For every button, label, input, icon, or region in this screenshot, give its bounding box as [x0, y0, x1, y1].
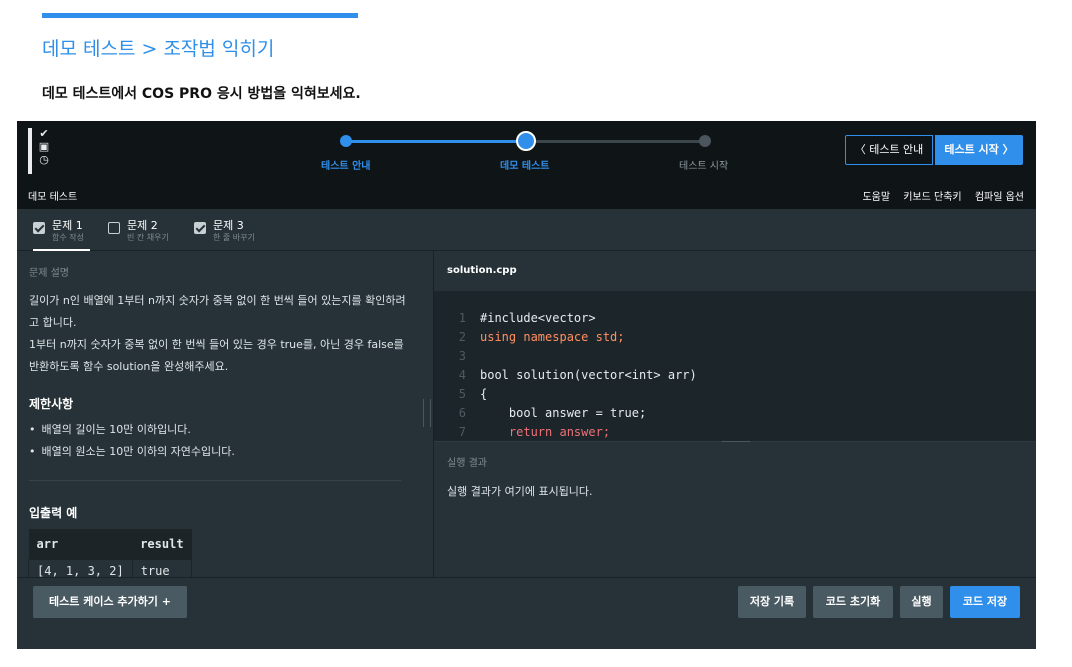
step-dot-2	[516, 131, 536, 151]
accent-bar	[42, 13, 358, 18]
list-item: 배열의 원소는 10만 이하의 자연수입니다.	[29, 441, 235, 463]
tab-problem-2[interactable]: 문제 2 빈 칸 채우기	[108, 217, 180, 249]
file-name: solution.cpp	[447, 265, 517, 276]
code-line: 7 return answer;	[458, 425, 611, 439]
constraint-list: 배열의 길이는 10만 이하입니다. 배열의 원소는 10만 이하의 자연수입니…	[29, 419, 235, 463]
step-label-guide: 테스트 안내	[321, 161, 371, 172]
header-menu: 도움말 키보드 단축키 컴파일 옵션	[852, 188, 1024, 203]
result-panel: 실행 결과 실행 결과가 여기에 표시됩니다.	[434, 442, 1036, 577]
result-label: 실행 결과	[447, 458, 487, 469]
problem-tabs: 문제 1 함수 작성 문제 2 빈 칸 채우기 문제 3 한 줄 바꾸기	[17, 209, 1036, 251]
tab-sub: 한 줄 바꾸기	[213, 233, 255, 242]
result-text: 실행 결과가 여기에 표시됩니다.	[447, 485, 593, 498]
tab-sub: 빈 칸 채우기	[127, 233, 169, 242]
code-line: 3	[458, 349, 466, 363]
reset-code-button[interactable]: 코드 초기화	[813, 586, 893, 618]
tab-problem-1[interactable]: 문제 1 함수 작성	[33, 217, 90, 251]
page-intro: 데모 테스트에서 COS PRO 응시 방법을 익혀보세요.	[42, 86, 361, 102]
test-start-button[interactable]: 테스트 시작 〉	[935, 135, 1023, 165]
table-header: arr	[28, 529, 133, 560]
code-line: 5{	[458, 387, 488, 401]
step-label-demo: 데모 테스트	[500, 161, 550, 172]
breadcrumb: 데모 테스트 > 조작법 익히기	[42, 38, 275, 60]
check-icon	[33, 222, 45, 234]
logo-bar	[28, 128, 32, 174]
table-row: [4, 1, 3, 2] true	[28, 559, 193, 577]
tab-problem-3[interactable]: 문제 3 한 줄 바꾸기	[194, 217, 266, 249]
io-title: 입출력 예	[29, 506, 78, 520]
check-icon	[194, 222, 206, 234]
test-guide-button[interactable]: 〈 테스트 안내	[845, 135, 933, 165]
step-label-start: 테스트 시작	[679, 161, 729, 172]
progress-track-todo	[526, 140, 706, 143]
table-header-row: arr result	[28, 529, 192, 560]
code-editor[interactable]: 1 #include<vector> 2 using namespace std; …	[434, 291, 1036, 441]
problem-panel[interactable]: 문제 설명 길이가 n인 배열에 1부터 n까지 숫자가 중복 없이 한 번씩 …	[17, 251, 433, 577]
app-header: ✔ ▣ ◷ 테스트 안내 데모 테스트 테스트 시작 〈 테스트 안내 테스트 …	[17, 121, 1036, 209]
menu-shortcuts[interactable]: 키보드 단축키	[903, 192, 961, 203]
section-label: 문제 설명	[29, 268, 69, 279]
description-line-2: 1부터 n까지 숫자가 중복 없이 한 번씩 들어 있는 경우 true를, 아…	[29, 338, 404, 373]
app-title: 데모 테스트	[28, 192, 78, 203]
divider	[29, 480, 401, 481]
constraint-title: 제한사항	[29, 397, 74, 411]
file-tab[interactable]: solution.cpp	[434, 251, 1036, 292]
table-cell: [4, 1, 3, 2]	[28, 559, 133, 577]
save-history-button[interactable]: 저장 기록	[738, 586, 806, 618]
editor-panel: solution.cpp 1 #include<vector> 2 using na…	[434, 251, 1036, 577]
progress-track-done	[346, 140, 526, 143]
checkbox-icon	[108, 222, 120, 234]
description-line-1: 길이가 n인 배열에 1부터 n까지 숫자가 중복 없이 한 번씩 들어 있는지…	[29, 294, 406, 329]
test-app: ✔ ▣ ◷ 테스트 안내 데모 테스트 테스트 시작 〈 테스트 안내 테스트 …	[17, 121, 1036, 649]
menu-help[interactable]: 도움말	[862, 192, 890, 203]
code-line: 1 #include<vector>	[458, 311, 596, 325]
action-footer: 테스트 케이스 추가하기 + 저장 기록 코드 초기화 실행 코드 저장	[17, 577, 1036, 649]
save-code-button[interactable]: 코드 저장	[950, 586, 1020, 618]
logo-icons: ✔ ▣ ◷	[37, 127, 51, 166]
clock-icon: ◷	[39, 153, 49, 166]
tab-sub: 함수 작성	[52, 233, 84, 242]
tab-name: 문제 1	[52, 219, 83, 232]
person-card-icon: ▣	[38, 140, 50, 153]
run-button[interactable]: 실행	[900, 586, 943, 618]
problem-description: 길이가 n인 배열에 1부터 n까지 숫자가 중복 없이 한 번씩 들어 있는지…	[29, 290, 411, 378]
add-test-case-button[interactable]: 테스트 케이스 추가하기 +	[33, 586, 187, 618]
step-dot-1	[340, 135, 352, 147]
table-header: result	[132, 529, 192, 560]
check-circle-icon: ✔	[39, 127, 49, 140]
code-line: 4 bool solution(vector<int> arr)	[458, 368, 697, 382]
io-table: arr result [4, 1, 3, 2] true	[28, 529, 193, 577]
panel-resize-handle[interactable]	[423, 399, 431, 427]
tab-name: 문제 2	[127, 219, 158, 232]
menu-compile-options[interactable]: 컴파일 옵션	[975, 192, 1024, 203]
tab-name: 문제 3	[213, 219, 244, 232]
code-line: 2 using namespace std;	[458, 330, 625, 344]
step-dot-3	[699, 135, 711, 147]
list-item: 배열의 길이는 10만 이하입니다.	[29, 419, 235, 441]
code-line: 6 bool answer = true;	[458, 406, 647, 420]
table-cell: true	[131, 559, 193, 577]
